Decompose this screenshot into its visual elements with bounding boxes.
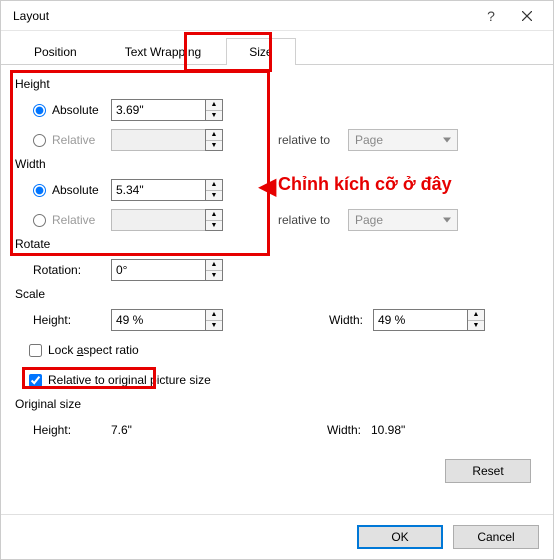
height-relative-radio-input[interactable] xyxy=(33,134,46,147)
height-absolute-spin[interactable]: ▲▼ xyxy=(111,99,223,121)
width-relative-radio[interactable]: Relative xyxy=(33,213,111,227)
ok-button[interactable]: OK xyxy=(357,525,443,549)
width-relativeto-label: relative to xyxy=(278,213,348,227)
width-absolute-label: Absolute xyxy=(52,183,99,197)
lock-aspect-input[interactable] xyxy=(29,344,42,357)
tab-text-wrapping[interactable]: Text Wrapping xyxy=(102,38,224,65)
tabbar: Position Text Wrapping Size xyxy=(1,31,553,65)
layout-dialog: Layout ? Position Text Wrapping Size Hei… xyxy=(0,0,554,560)
scale-width-label: Width: xyxy=(283,313,373,327)
width-relative-label: Relative xyxy=(52,213,95,227)
height-absolute-radio-input[interactable] xyxy=(33,104,46,117)
dialog-title: Layout xyxy=(13,9,473,23)
relative-original-checkbox[interactable]: Relative to original picture size xyxy=(29,373,211,387)
spin-down-icon[interactable]: ▼ xyxy=(206,271,222,281)
height-absolute-label: Absolute xyxy=(52,103,99,117)
scale-group-label: Scale xyxy=(15,287,539,301)
height-relative-input xyxy=(111,129,205,151)
spin-down-icon[interactable]: ▼ xyxy=(206,321,222,331)
lock-aspect-checkbox[interactable]: Lock aspect ratio xyxy=(29,343,139,357)
close-icon xyxy=(522,11,532,21)
relative-original-label: Relative to original picture size xyxy=(48,373,211,387)
scale-height-spin[interactable]: ▲▼ xyxy=(111,309,223,331)
width-relative-input xyxy=(111,209,205,231)
height-relativeto-label: relative to xyxy=(278,133,348,147)
rotate-group-label: Rotate xyxy=(15,237,539,251)
spin-up-icon[interactable]: ▲ xyxy=(206,260,222,271)
titlebar: Layout ? xyxy=(1,1,553,31)
rotation-input[interactable] xyxy=(111,259,205,281)
width-absolute-spin[interactable]: ▲▼ xyxy=(111,179,223,201)
spin-up-icon[interactable]: ▲ xyxy=(206,310,222,321)
height-relative-spin: ▲▼ xyxy=(111,129,223,151)
width-group-label: Width xyxy=(15,157,539,171)
width-relativeto-combo: Page xyxy=(348,209,458,231)
spin-down-icon[interactable]: ▼ xyxy=(468,321,484,331)
height-absolute-input[interactable] xyxy=(111,99,205,121)
height-absolute-radio[interactable]: Absolute xyxy=(33,103,111,117)
orig-height-value: 7.6" xyxy=(111,423,181,437)
scale-height-label: Height: xyxy=(33,313,111,327)
tab-position[interactable]: Position xyxy=(11,38,100,65)
relative-original-input[interactable] xyxy=(29,374,42,387)
rotation-label: Rotation: xyxy=(33,263,111,277)
height-relative-label: Relative xyxy=(52,133,95,147)
close-button[interactable] xyxy=(509,1,545,31)
spin-down-icon[interactable]: ▼ xyxy=(206,191,222,201)
spin-up-icon: ▲ xyxy=(206,130,222,141)
height-group-label: Height xyxy=(15,77,539,91)
spin-down-icon: ▼ xyxy=(206,141,222,151)
height-relative-radio[interactable]: Relative xyxy=(33,133,111,147)
width-relative-radio-input[interactable] xyxy=(33,214,46,227)
reset-button[interactable]: Reset xyxy=(445,459,531,483)
buttonbar: OK Cancel xyxy=(1,514,553,559)
orig-width-value: 10.98" xyxy=(371,423,441,437)
width-absolute-radio-input[interactable] xyxy=(33,184,46,197)
width-absolute-input[interactable] xyxy=(111,179,205,201)
width-absolute-radio[interactable]: Absolute xyxy=(33,183,111,197)
height-relativeto-combo: Page xyxy=(348,129,458,151)
original-group-label: Original size xyxy=(15,397,539,411)
help-button[interactable]: ? xyxy=(473,1,509,31)
width-relative-spin: ▲▼ xyxy=(111,209,223,231)
scale-width-spin[interactable]: ▲▼ xyxy=(373,309,485,331)
cancel-button[interactable]: Cancel xyxy=(453,525,539,549)
width-relativeto-value: Page xyxy=(355,213,383,227)
orig-width-label: Width: xyxy=(281,423,371,437)
spin-up-icon[interactable]: ▲ xyxy=(468,310,484,321)
size-panel: Height Absolute ▲▼ Relative ▲▼ relative … xyxy=(1,65,553,514)
tab-size[interactable]: Size xyxy=(226,38,295,65)
scale-height-input[interactable] xyxy=(111,309,205,331)
lock-aspect-label: Lock aspect ratio xyxy=(48,343,139,357)
orig-height-label: Height: xyxy=(33,423,111,437)
spin-up-icon: ▲ xyxy=(206,210,222,221)
spin-up-icon[interactable]: ▲ xyxy=(206,180,222,191)
spin-up-icon[interactable]: ▲ xyxy=(206,100,222,111)
height-relativeto-value: Page xyxy=(355,133,383,147)
spin-down-icon[interactable]: ▼ xyxy=(206,111,222,121)
rotation-spin[interactable]: ▲▼ xyxy=(111,259,223,281)
spin-down-icon: ▼ xyxy=(206,221,222,231)
scale-width-input[interactable] xyxy=(373,309,467,331)
